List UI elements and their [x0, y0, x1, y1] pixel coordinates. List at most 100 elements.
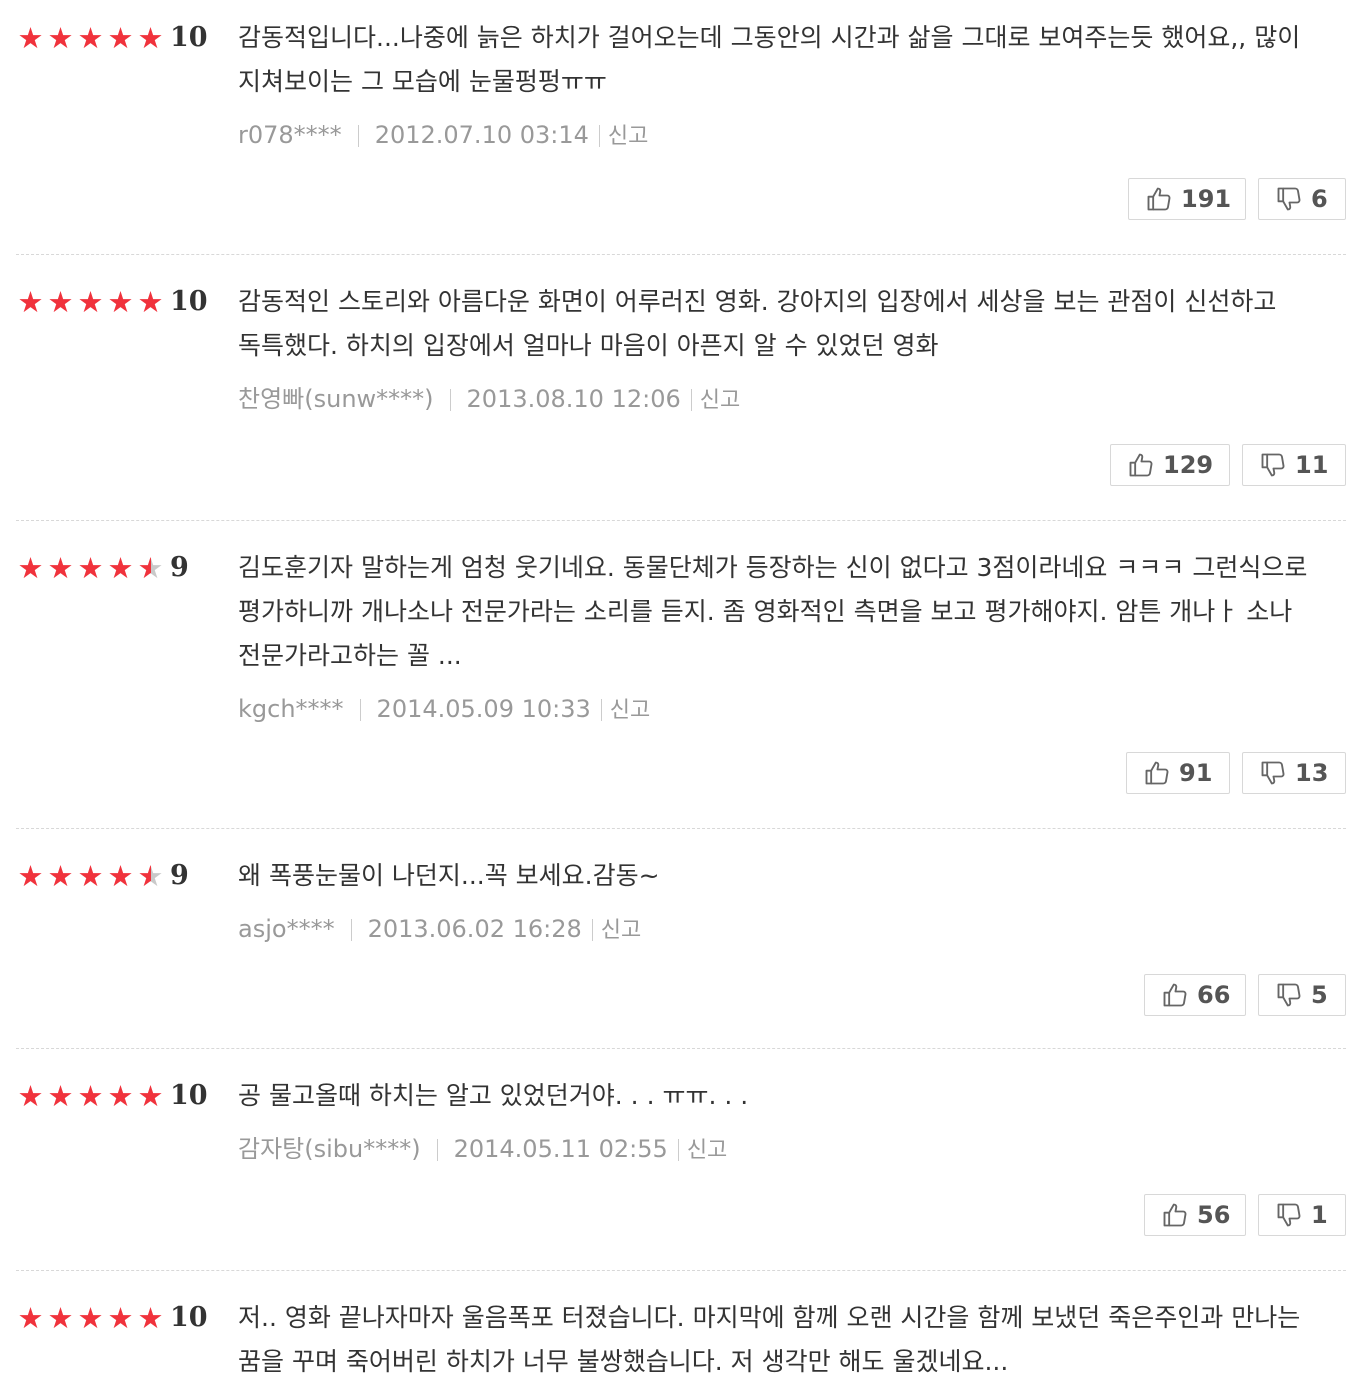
star-icon: ★	[107, 21, 135, 55]
star-icon: ★	[107, 285, 135, 319]
thumbs-up-icon	[1161, 981, 1189, 1009]
like-count: 66	[1197, 981, 1231, 1009]
divider	[357, 125, 359, 147]
review-meta: r078**** 2012.07.10 03:14 신고	[238, 120, 648, 152]
star-icon: ★	[47, 1079, 75, 1113]
vote-buttons: 191 6	[1128, 178, 1346, 220]
rating-score: 10	[170, 286, 208, 317]
review-date: 2014.05.11 02:55	[453, 1135, 668, 1163]
star-rating: ★ ★ ★ ★ ★	[16, 1302, 166, 1334]
review-text: 김도훈기자 말하는게 엄청 웃기네요. 동물단체가 등장하는 신이 없다고 3점…	[238, 553, 1308, 670]
rating-score: 10	[170, 1302, 208, 1333]
star-icon: ★	[77, 285, 105, 319]
rating-score: 9	[170, 860, 189, 891]
star-icon: ★	[77, 1079, 105, 1113]
star-icon: ★	[17, 1079, 45, 1113]
dislike-button[interactable]: 5	[1258, 974, 1346, 1016]
dislike-button[interactable]: 13	[1242, 752, 1346, 794]
vote-buttons: 66 5	[1144, 974, 1346, 1016]
thumbs-down-icon	[1275, 1201, 1303, 1229]
dislike-button[interactable]: 11	[1242, 444, 1346, 486]
star-icon: ★	[17, 551, 45, 585]
review-meta: asjo**** 2013.06.02 16:28 신고	[238, 914, 641, 946]
divider	[449, 389, 451, 411]
like-count: 56	[1197, 1201, 1231, 1229]
review-date: 2012.07.10 03:14	[374, 121, 589, 149]
review-text: 감동적인 스토리와 아름다운 화면이 어루러진 영화. 강아지의 입장에서 세상…	[238, 287, 1277, 360]
star-icon: ★	[47, 551, 75, 585]
like-button[interactable]: 56	[1144, 1194, 1246, 1236]
review-meta: 감자탕(sibu****) 2014.05.11 02:55 신고	[238, 1134, 727, 1166]
review-meta: 찬영빠(sunw****) 2013.08.10 12:06 신고	[238, 384, 740, 416]
star-icon: ★	[47, 21, 75, 55]
star-icon: ★	[47, 1301, 75, 1335]
star-rating: ★ ★ ★ ★ ★	[16, 22, 166, 54]
dislike-button[interactable]: 6	[1258, 178, 1346, 220]
star-icon: ★	[47, 285, 75, 319]
star-icon: ★	[17, 859, 45, 893]
divider	[350, 919, 352, 941]
dislike-count: 13	[1295, 759, 1329, 787]
star-icon: ★	[137, 1301, 165, 1335]
like-button[interactable]: 129	[1110, 444, 1230, 486]
review-text: 공 물고올때 하치는 알고 있었던거야. . . ㅠㅠ. . .	[238, 1081, 749, 1110]
thumbs-up-icon	[1145, 185, 1173, 213]
report-link[interactable]: 신고	[601, 918, 641, 943]
review-divider	[16, 254, 1346, 255]
report-link[interactable]: 신고	[700, 388, 740, 413]
thumbs-down-icon	[1259, 759, 1287, 787]
divider	[677, 1139, 679, 1161]
report-link[interactable]: 신고	[610, 698, 650, 723]
star-icon: ★	[107, 1301, 135, 1335]
dislike-count: 5	[1311, 981, 1328, 1009]
thumbs-down-icon	[1275, 185, 1303, 213]
thumbs-up-icon	[1143, 759, 1171, 787]
review-divider	[16, 520, 1346, 521]
dislike-button[interactable]: 1	[1258, 1194, 1346, 1236]
reviewer-id: kgch****	[238, 695, 344, 723]
like-count: 91	[1179, 759, 1213, 787]
review-meta: kgch**** 2014.05.09 10:33 신고	[238, 694, 650, 726]
vote-buttons: 56 1	[1144, 1194, 1346, 1236]
star-icon: ★	[137, 859, 165, 893]
star-rating: ★ ★ ★ ★ ★	[16, 552, 166, 584]
dislike-count: 11	[1295, 451, 1329, 479]
star-icon: ★	[107, 551, 135, 585]
divider	[690, 389, 692, 411]
star-rating: ★ ★ ★ ★ ★	[16, 286, 166, 318]
star-icon: ★	[107, 859, 135, 893]
dislike-count: 1	[1311, 1201, 1328, 1229]
vote-buttons: 91 13	[1126, 752, 1346, 794]
star-icon: ★	[47, 859, 75, 893]
divider	[591, 919, 593, 941]
thumbs-up-icon	[1127, 451, 1155, 479]
reviewer-id: asjo****	[238, 915, 335, 943]
like-count: 191	[1181, 185, 1232, 213]
star-icon: ★	[137, 285, 165, 319]
reviewer-id: 감자탕(sibu****)	[238, 1135, 421, 1163]
star-icon: ★	[77, 1301, 105, 1335]
reviewer-id: 찬영빠(sunw****)	[238, 385, 434, 413]
thumbs-up-icon	[1161, 1201, 1189, 1229]
like-button[interactable]: 66	[1144, 974, 1246, 1016]
report-link[interactable]: 신고	[687, 1138, 727, 1163]
star-icon: ★	[137, 1079, 165, 1113]
star-icon: ★	[77, 859, 105, 893]
star-icon: ★	[107, 1079, 135, 1113]
reviewer-id: r078****	[238, 121, 342, 149]
like-button[interactable]: 91	[1126, 752, 1230, 794]
star-icon: ★	[17, 21, 45, 55]
divider	[598, 125, 600, 147]
review-date: 2013.06.02 16:28	[367, 915, 582, 943]
divider	[436, 1139, 438, 1161]
report-link[interactable]: 신고	[608, 124, 648, 149]
thumbs-down-icon	[1259, 451, 1287, 479]
like-button[interactable]: 191	[1128, 178, 1246, 220]
thumbs-down-icon	[1275, 981, 1303, 1009]
review-date: 2013.08.10 12:06	[466, 385, 681, 413]
divider	[359, 699, 361, 721]
review-divider	[16, 1270, 1346, 1271]
review-text: 저.. 영화 끝나자마자 울음폭포 터졌습니다. 마지막에 함께 오랜 시간을 …	[238, 1303, 1301, 1376]
like-count: 129	[1163, 451, 1214, 479]
rating-score: 10	[170, 22, 208, 53]
